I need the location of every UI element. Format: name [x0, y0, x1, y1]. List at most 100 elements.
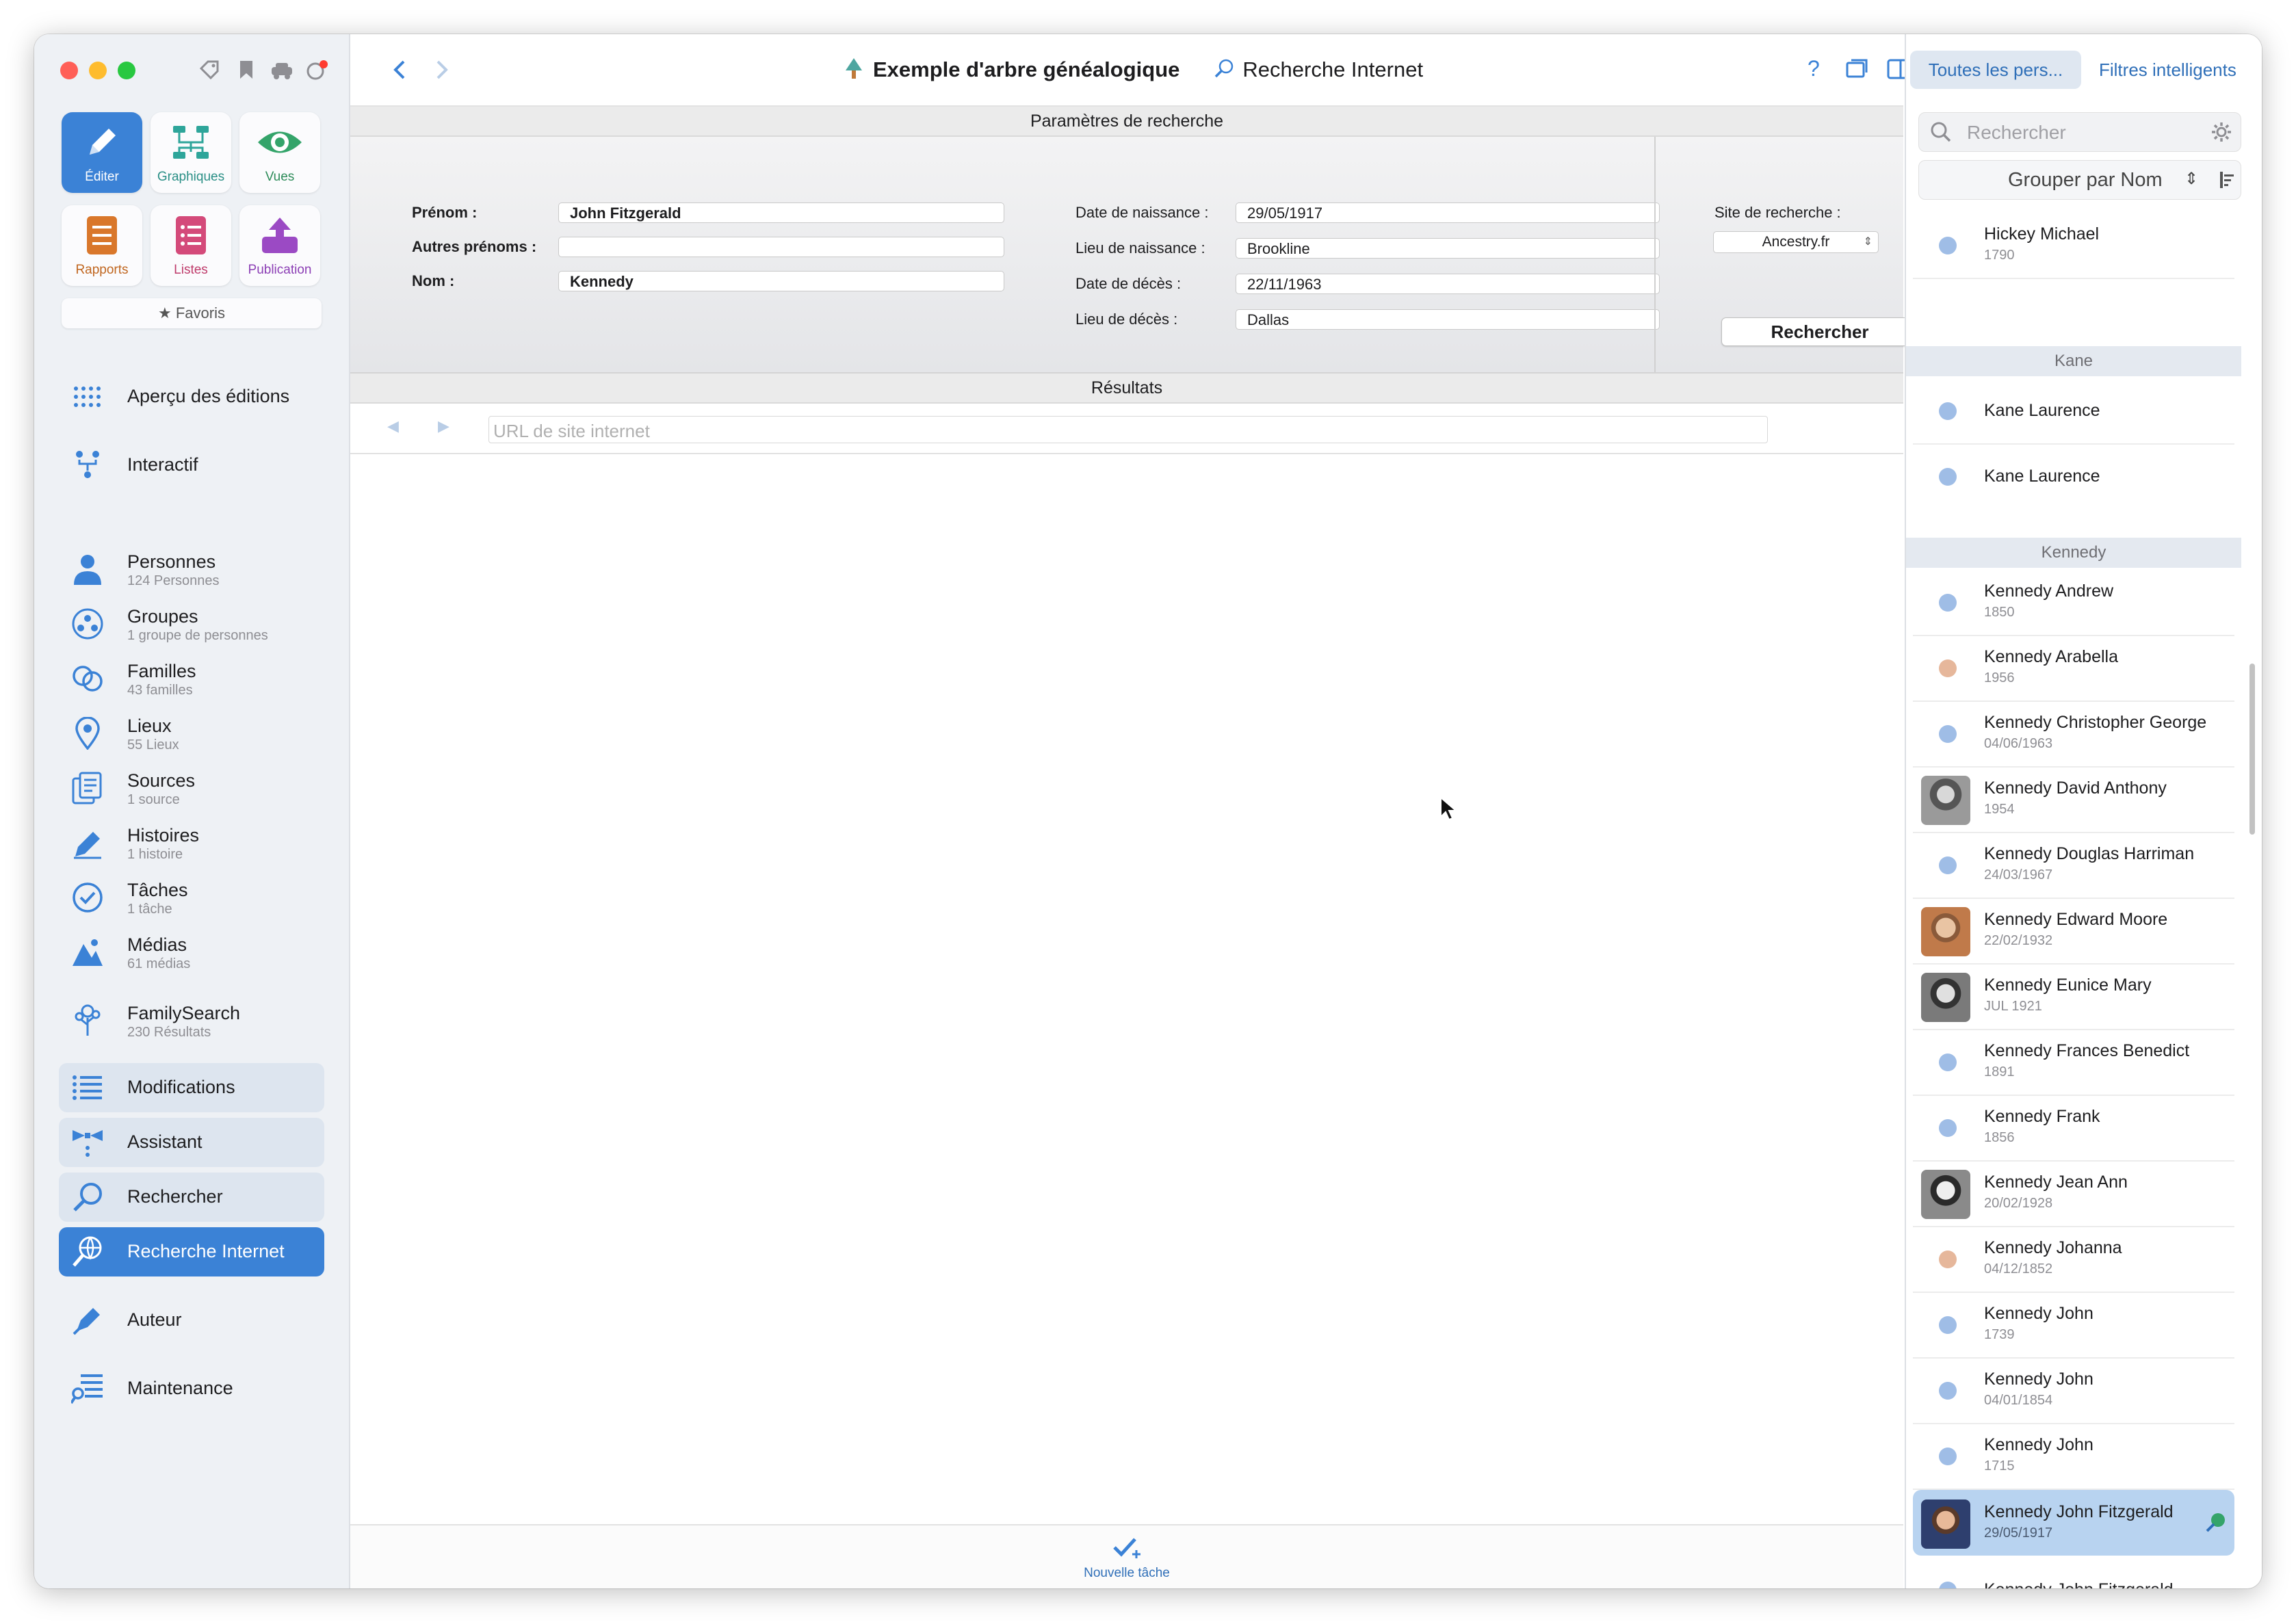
sync-icon[interactable]	[305, 59, 328, 88]
sidebar-item-groupes[interactable]: Groupes 1 groupe de personnes	[59, 599, 324, 649]
sidebar-item-auteur[interactable]: Auteur	[59, 1296, 324, 1345]
list-item[interactable]: Kennedy Christopher George 04/06/1963	[1913, 700, 2234, 768]
autres-prenoms-field[interactable]	[558, 237, 1004, 257]
browser-forward-button[interactable]: ▶	[438, 417, 449, 435]
list-item[interactable]: Kennedy Jean Ann 20/02/1928	[1913, 1160, 2234, 1227]
people-tree-icon	[71, 449, 104, 482]
list-item[interactable]: Kennedy John 1739	[1913, 1292, 2234, 1359]
sidebar-item-count: 1 histoire	[127, 847, 183, 862]
browser-back-button[interactable]: ◀	[387, 417, 399, 435]
search-button[interactable]: Rechercher	[1721, 317, 1918, 346]
web-results-view[interactable]	[350, 454, 1903, 1512]
sidebar-item-familles[interactable]: Familles 43 familles	[59, 654, 324, 703]
person-name: Kennedy John	[1984, 1370, 2093, 1389]
list-item[interactable]: Kane Laurence	[1913, 378, 2234, 445]
death-place-field[interactable]: Dallas	[1236, 309, 1660, 330]
tool-graphiques[interactable]: Graphiques	[151, 112, 231, 193]
document-title-group: Exemple d'arbre généalogique Recherche I…	[844, 53, 1423, 86]
sidebar-item-recherche-internet[interactable]: Recherche Internet	[59, 1227, 324, 1276]
birth-date-field[interactable]: 29/05/1917	[1236, 202, 1660, 223]
sidebar-item-maintenance[interactable]: Maintenance	[59, 1364, 324, 1413]
tab-all-persons[interactable]: Toutes les pers...	[1910, 51, 2081, 89]
help-button[interactable]: ?	[1808, 56, 1820, 81]
list-item[interactable]: Kennedy John 1715	[1913, 1423, 2234, 1490]
list-item[interactable]: Kennedy John Fitzgerald	[1913, 1557, 2234, 1588]
url-field[interactable]: URL de site internet	[488, 416, 1768, 443]
tag-icon[interactable]	[198, 59, 220, 86]
list-item[interactable]: Kennedy John 04/01/1854	[1913, 1357, 2234, 1424]
tool-rapports[interactable]: Rapports	[62, 205, 142, 286]
sidebar-item-label: FamilySearch	[127, 1003, 241, 1023]
group-icon	[71, 607, 104, 640]
death-date-field[interactable]: 22/11/1963	[1236, 274, 1660, 294]
forward-button[interactable]	[430, 57, 454, 82]
new-task-button[interactable]: Nouvelle tâche	[1075, 1535, 1178, 1583]
list-item[interactable]: Kennedy David Anthony 1954	[1913, 766, 2234, 833]
person-date: 1856	[1984, 1130, 2015, 1145]
sidebar-item-interactif[interactable]: Interactif	[59, 441, 324, 490]
gear-icon[interactable]	[2210, 121, 2232, 143]
tool-vues[interactable]: Vues	[239, 112, 320, 193]
nom-field[interactable]: Kennedy	[558, 271, 1004, 291]
window-mode-icon[interactable]	[1846, 59, 1868, 83]
scrollbar[interactable]	[2248, 212, 2256, 1588]
sidebar-item-familysearch[interactable]: FamilySearch 230 Résultats	[59, 996, 324, 1045]
tool-publication[interactable]: Publication	[239, 205, 320, 286]
sidebar-item-personnes[interactable]: Personnes 124 Personnes	[59, 545, 324, 594]
list-item[interactable]: Kennedy Eunice Mary JUL 1921	[1913, 963, 2234, 1030]
sidebar: Éditer Graphiques Vues Rapports Listes P…	[34, 34, 350, 1588]
url-placeholder: URL de site internet	[493, 421, 650, 441]
tool-label: Listes	[174, 263, 208, 277]
globe-search-icon	[71, 1235, 104, 1268]
zoom-window-button[interactable]	[118, 62, 135, 79]
close-window-button[interactable]	[60, 62, 78, 79]
list-item[interactable]: Hickey Michael 1790	[1913, 212, 2234, 279]
list-item[interactable]: Kennedy Johanna 04/12/1852	[1913, 1226, 2234, 1293]
list-item[interactable]: Kennedy Edward Moore 22/02/1932	[1913, 898, 2234, 965]
person-date: 1715	[1984, 1458, 2015, 1474]
favorites-button[interactable]: ★ Favoris	[62, 298, 322, 328]
bookmark-icon[interactable]	[237, 59, 256, 86]
sidebar-item-medias[interactable]: Médias 61 médias	[59, 928, 324, 977]
sidebar-item-label: Tâches	[127, 880, 188, 900]
list-item[interactable]: Kane Laurence	[1913, 443, 2234, 509]
person-name: Kane Laurence	[1984, 401, 2100, 420]
list-item-selected[interactable]: Kennedy John Fitzgerald 29/05/1917	[1913, 1490, 2234, 1556]
sidebar-item-lieux[interactable]: Lieux 55 Lieux	[59, 709, 324, 758]
vehicle-icon[interactable]	[270, 59, 294, 86]
minimize-window-button[interactable]	[89, 62, 107, 79]
list-item[interactable]: Kennedy Andrew 1850	[1913, 569, 2234, 636]
list-item[interactable]: Kennedy Frank 1856	[1913, 1095, 2234, 1162]
list-item[interactable]: Kennedy Douglas Harriman 24/03/1967	[1913, 832, 2234, 899]
sidebar-item-histoires[interactable]: Histoires 1 histoire	[59, 818, 324, 867]
sidebar-item-rechercher[interactable]: Rechercher	[59, 1173, 324, 1222]
sidebar-item-apercu[interactable]: Aperçu des éditions	[59, 372, 324, 421]
title-bar: Exemple d'arbre généalogique Recherche I…	[350, 34, 1909, 107]
sidebar-item-assistant[interactable]: Assistant	[59, 1118, 324, 1167]
sidebar-item-sources[interactable]: Sources 1 source	[59, 763, 324, 813]
sort-order-icon[interactable]	[2216, 170, 2235, 189]
sidebar-item-modifications[interactable]: Modifications	[59, 1063, 324, 1112]
tool-listes[interactable]: Listes	[151, 205, 231, 286]
avatar	[1939, 1448, 1957, 1465]
group-by-control[interactable]: Grouper par Nom ⇕	[1918, 160, 2241, 200]
sidebar-item-label: Médias	[127, 934, 187, 955]
tab-smart-filters[interactable]: Filtres intelligents	[2099, 51, 2236, 89]
person-name: Kane Laurence	[1984, 467, 2100, 486]
list-item[interactable]: Kennedy Arabella 1956	[1913, 635, 2234, 702]
death-place-label: Lieu de décès :	[1075, 311, 1178, 328]
back-button[interactable]	[389, 57, 413, 82]
prenom-field[interactable]: John Fitzgerald	[558, 202, 1004, 223]
person-date: 1739	[1984, 1327, 2015, 1342]
scrollbar-thumb[interactable]	[2249, 664, 2255, 835]
persons-search-field[interactable]: Rechercher	[1918, 112, 2241, 152]
sidebar-item-taches[interactable]: Tâches 1 tâche	[59, 873, 324, 922]
birth-place-field[interactable]: Brookline	[1236, 238, 1660, 259]
tool-editer[interactable]: Éditer	[62, 112, 142, 193]
fountain-pen-icon	[71, 1304, 104, 1337]
site-select[interactable]: Ancestry.fr ⇕	[1713, 231, 1879, 253]
list-item[interactable]: Kennedy Frances Benedict 1891	[1913, 1029, 2234, 1096]
sidebar-item-count: 230 Résultats	[127, 1025, 211, 1040]
persons-search-placeholder: Rechercher	[1967, 122, 2066, 143]
person-name: Kennedy Douglas Harriman	[1984, 844, 2195, 863]
